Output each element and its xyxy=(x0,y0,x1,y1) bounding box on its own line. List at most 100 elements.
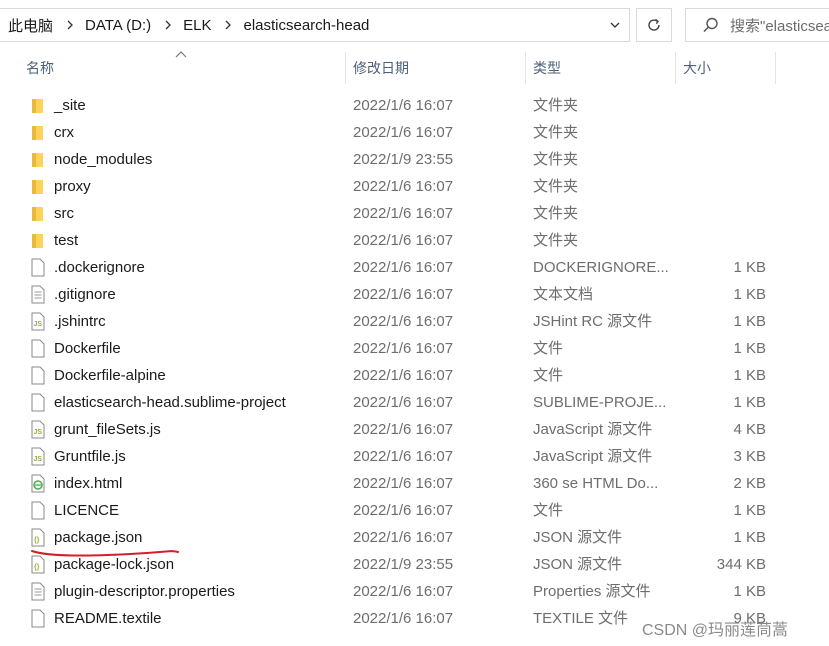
red-annotation-underline xyxy=(31,550,179,557)
search-box[interactable]: 搜索"elasticsearch-head" xyxy=(685,8,829,42)
folder-icon xyxy=(30,177,46,196)
file-size: 4 KB xyxy=(733,421,766,438)
breadcrumb-elk[interactable]: ELK xyxy=(175,17,211,34)
file-row[interactable]: JS Gruntfile.js 2022/1/6 16:07 JavaScrip… xyxy=(0,443,829,470)
js-file-icon: JS xyxy=(30,312,46,331)
file-date: 2022/1/6 16:07 xyxy=(353,340,454,357)
file-size: 1 KB xyxy=(733,313,766,330)
js-file-icon: JS xyxy=(30,447,46,466)
search-placeholder: 搜索"elasticsearch-head" xyxy=(730,17,829,35)
file-size: 1 KB xyxy=(733,502,766,519)
folder-icon xyxy=(30,150,46,169)
file-type: 文件夹 xyxy=(533,205,579,222)
file-row[interactable]: .gitignore 2022/1/6 16:07 文本文档 1 KB xyxy=(0,281,829,308)
file-row[interactable]: index.html 2022/1/6 16:07 360 se HTML Do… xyxy=(0,470,829,497)
file-name: proxy xyxy=(54,178,91,195)
file-row[interactable]: plugin-descriptor.properties 2022/1/6 16… xyxy=(0,578,829,605)
address-bar[interactable]: 此电脑 DATA (D:) ELK elasticsearch-head xyxy=(0,8,630,42)
search-icon xyxy=(703,17,718,33)
chevron-right-icon[interactable] xyxy=(161,18,175,32)
file-date: 2022/1/6 16:07 xyxy=(353,583,454,600)
refresh-icon xyxy=(648,18,660,31)
file-row[interactable]: JS grunt_fileSets.js 2022/1/6 16:07 Java… xyxy=(0,416,829,443)
file-row[interactable]: _site 2022/1/6 16:07 文件夹 xyxy=(0,92,829,119)
file-row[interactable]: LICENCE 2022/1/6 16:07 文件 1 KB xyxy=(0,497,829,524)
file-date: 2022/1/6 16:07 xyxy=(353,232,454,249)
file-date: 2022/1/6 16:07 xyxy=(353,367,454,384)
breadcrumb-this-pc[interactable]: 此电脑 xyxy=(0,15,53,36)
file-name: Dockerfile-alpine xyxy=(54,367,166,384)
folder-icon xyxy=(30,96,46,115)
file-row[interactable]: elasticsearch-head.sublime-project 2022/… xyxy=(0,389,829,416)
file-size: 3 KB xyxy=(733,448,766,465)
column-header-date[interactable]: 修改日期 xyxy=(345,50,525,86)
file-row[interactable]: JS .jshintrc 2022/1/6 16:07 JSHint RC 源文… xyxy=(0,308,829,335)
file-size: 1 KB xyxy=(733,583,766,600)
file-row[interactable]: Dockerfile 2022/1/6 16:07 文件 1 KB xyxy=(0,335,829,362)
file-date: 2022/1/6 16:07 xyxy=(353,610,454,627)
column-divider[interactable] xyxy=(775,52,776,84)
file-type: JSHint RC 源文件 xyxy=(533,313,653,330)
file-date: 2022/1/9 23:55 xyxy=(353,151,454,168)
refresh-button[interactable] xyxy=(636,8,672,42)
file-type: 360 se HTML Do... xyxy=(533,475,659,492)
file-date: 2022/1/6 16:07 xyxy=(353,313,454,330)
address-history-dropdown[interactable] xyxy=(600,8,630,42)
chevron-right-icon[interactable] xyxy=(63,18,77,32)
file-date: 2022/1/6 16:07 xyxy=(353,529,454,546)
file-type: 文件 xyxy=(533,502,564,519)
file-size: 1 KB xyxy=(733,367,766,384)
file-size: 2 KB xyxy=(733,475,766,492)
column-header-size[interactable]: 大小 xyxy=(675,50,775,86)
file-date: 2022/1/6 16:07 xyxy=(353,421,454,438)
file-date: 2022/1/6 16:07 xyxy=(353,394,454,411)
file-icon xyxy=(30,339,46,358)
js-file-icon: JS xyxy=(30,420,46,439)
file-row[interactable]: crx 2022/1/6 16:07 文件夹 xyxy=(0,119,829,146)
file-type: 文件夹 xyxy=(533,124,579,141)
file-row[interactable]: Dockerfile-alpine 2022/1/6 16:07 文件 1 KB xyxy=(0,362,829,389)
file-name: node_modules xyxy=(54,151,153,168)
file-type: JavaScript 源文件 xyxy=(533,421,653,438)
file-date: 2022/1/6 16:07 xyxy=(353,97,454,114)
file-date: 2022/1/6 16:07 xyxy=(353,124,454,141)
text-file-icon xyxy=(30,582,46,601)
svg-text:{}: {} xyxy=(34,537,40,544)
chevron-right-icon[interactable] xyxy=(221,18,235,32)
column-headers: 名称 修改日期 类型 大小 xyxy=(0,50,829,86)
text-file-icon xyxy=(30,285,46,304)
svg-text:{}: {} xyxy=(34,564,40,571)
file-type: 文件 xyxy=(533,367,564,384)
breadcrumb-elasticsearch-head[interactable]: elasticsearch-head xyxy=(235,17,369,34)
file-row[interactable]: node_modules 2022/1/9 23:55 文件夹 xyxy=(0,146,829,173)
file-date: 2022/1/6 16:07 xyxy=(353,178,454,195)
file-date: 2022/1/6 16:07 xyxy=(353,502,454,519)
file-name: crx xyxy=(54,124,74,141)
html-file-icon xyxy=(30,474,46,493)
file-type: SUBLIME-PROJE... xyxy=(533,394,667,411)
file-type: Properties 源文件 xyxy=(533,583,651,600)
file-type: 文本文档 xyxy=(533,286,594,303)
file-row[interactable]: test 2022/1/6 16:07 文件夹 xyxy=(0,227,829,254)
file-size: 344 KB xyxy=(716,556,766,573)
file-row[interactable]: proxy 2022/1/6 16:07 文件夹 xyxy=(0,173,829,200)
file-row[interactable]: src 2022/1/6 16:07 文件夹 xyxy=(0,200,829,227)
file-name: grunt_fileSets.js xyxy=(54,421,161,438)
file-date: 2022/1/6 16:07 xyxy=(353,259,454,276)
file-size: 1 KB xyxy=(733,286,766,303)
column-header-type[interactable]: 类型 xyxy=(525,50,675,86)
file-date: 2022/1/6 16:07 xyxy=(353,286,454,303)
sort-ascending-icon xyxy=(175,51,187,58)
watermark: CSDN @玛丽莲茼蒿 xyxy=(642,622,789,639)
file-name: .dockerignore xyxy=(54,259,145,276)
file-name: LICENCE xyxy=(54,502,120,519)
file-name: plugin-descriptor.properties xyxy=(54,583,235,600)
folder-icon xyxy=(30,231,46,250)
file-name: _site xyxy=(54,97,86,114)
file-type: JSON 源文件 xyxy=(533,529,623,546)
file-icon xyxy=(30,393,46,412)
file-row[interactable]: .dockerignore 2022/1/6 16:07 DOCKERIGNOR… xyxy=(0,254,829,281)
file-name: Dockerfile xyxy=(54,340,121,357)
breadcrumb-data-drive[interactable]: DATA (D:) xyxy=(77,17,151,34)
file-type: JavaScript 源文件 xyxy=(533,448,653,465)
